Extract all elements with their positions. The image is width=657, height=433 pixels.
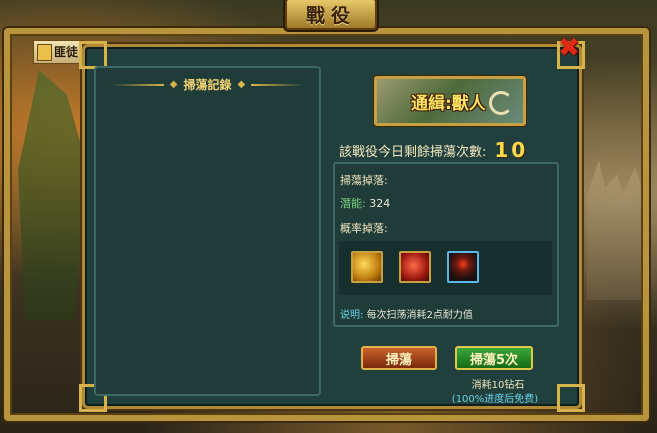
remaining-label: 該戰役今日剩餘掃蕩次數: [339,144,487,160]
swirl-icon [489,91,513,115]
window-title-plaque: 戰役 [285,0,377,30]
remaining-sweeps: 該戰役今日剩餘掃蕩次數: 10 [339,138,528,162]
target-banner: 通緝:獸人 [374,76,526,126]
frame-corner-ornament [79,41,107,69]
close-button[interactable]: ✖ [557,33,581,63]
note-label: 说明: [340,310,364,321]
sweep-log-title: 掃蕩記錄 [183,78,232,92]
book-icon [37,44,52,61]
close-icon: ✖ [558,33,580,63]
divider [109,83,164,86]
red-gem-item-icon[interactable] [399,251,431,283]
ornament-icon: ◆ [169,79,178,90]
target-name: 通緝:獸人 [411,94,486,114]
note-row: 说明: 每次扫荡消耗2点耐力值 [340,306,473,321]
remaining-value: 10 [494,138,529,162]
gold-coin-item-icon[interactable] [351,251,383,283]
tab-bandits[interactable]: 匪徒 [33,40,86,64]
potential-row: 潛能: 324 [340,195,390,211]
note-text: 每次扫荡消耗2点耐力值 [366,310,473,321]
divider [251,83,306,86]
frame-corner-ornament [557,384,585,412]
cost-text: 消耗10钻石 [471,380,525,391]
potential-label: 潛能: [340,197,366,210]
ornament-icon: ◆ [237,79,246,90]
sweep-log-panel[interactable]: ◆ 掃蕩記錄 ◆ [94,66,321,396]
sweep-log-header: ◆ 掃蕩記錄 ◆ [96,76,319,93]
window-title: 戰役 [305,4,356,27]
sweep-5-times-button[interactable]: 掃蕩5次 [455,346,533,370]
tab-label: 匪徒 [54,45,79,59]
drops-title: 掃蕩掉落: [340,174,388,187]
chance-drops-title: 概率掉落: [340,222,388,235]
sweep-button[interactable]: 掃蕩 [361,346,437,370]
potential-value: 324 [369,197,391,210]
cost-note: (100%进度后免费) [451,394,539,405]
dark-mage-item-icon[interactable] [447,251,479,283]
